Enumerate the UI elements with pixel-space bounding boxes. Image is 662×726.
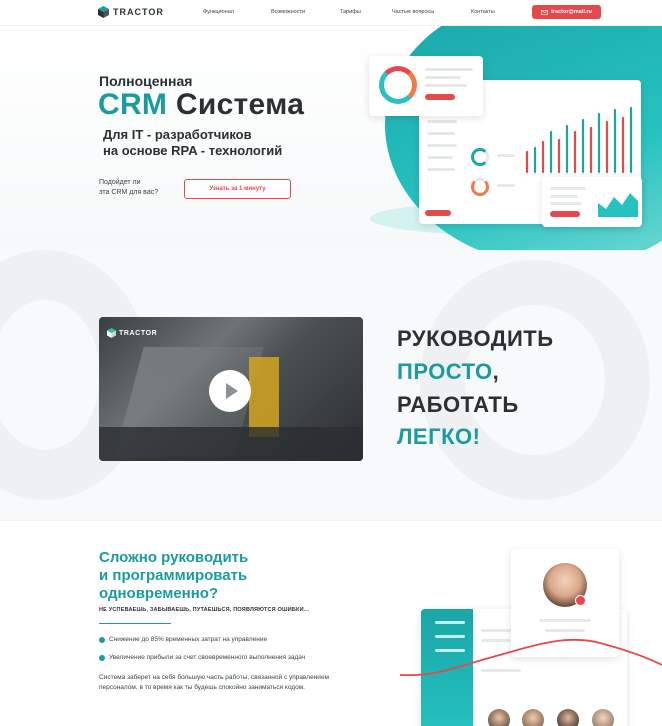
verified-badge-icon — [575, 595, 586, 606]
hero-question: Подойдет ли эта CRM для вас? — [99, 178, 158, 198]
logo-cube-icon — [107, 328, 116, 338]
hero-section: Полноценная CRM Система Для IT - разрабо… — [0, 26, 662, 250]
hero-question-line2: эта CRM для вас? — [99, 189, 159, 196]
avatar — [557, 709, 579, 726]
dashboard-pill — [550, 211, 580, 217]
dashboard-line — [497, 154, 515, 157]
dashboard-donut-card — [369, 56, 483, 116]
divider — [99, 623, 171, 624]
dashboard-wave-card — [542, 177, 642, 227]
donut-chart-icon — [379, 66, 417, 104]
hero-subtitle: Для IT - разработчиков на основе RPA - т… — [103, 127, 282, 159]
problem-section: Сложно руководить и программировать одно… — [0, 520, 662, 726]
dashboard-line — [550, 195, 578, 198]
motto-line2: ПРОСТО, — [397, 359, 499, 385]
dashboard-pill — [425, 210, 451, 216]
benefit-text: Увеличение прибыли за счет своевременног… — [109, 654, 306, 661]
logo[interactable]: TRACTOR — [98, 6, 164, 18]
donut-chart-icon — [471, 148, 489, 166]
dashboard-line — [425, 76, 461, 79]
hero-title-rest: Система — [167, 88, 305, 121]
dashboard-line — [427, 144, 457, 147]
avatar — [488, 709, 510, 726]
motto-line3: РАБОТАТЬ — [397, 392, 519, 417]
email-button[interactable]: tractor@mail.ru — [532, 5, 601, 19]
video-logo: TRACTOR — [107, 328, 157, 338]
email-label: tractor@mail.ru — [551, 9, 592, 15]
benefit-item: Увеличение прибыли за счет своевременног… — [99, 654, 305, 661]
bullet-dot-icon — [99, 636, 105, 643]
nav-features[interactable]: Возможности — [271, 9, 305, 15]
avatar — [522, 709, 544, 726]
nav-contacts[interactable]: Контакты — [471, 9, 495, 15]
benefit-item: Снижение до 85% временных затрат на упра… — [99, 636, 267, 643]
bullet-dot-icon — [99, 654, 105, 661]
bar-chart-graphic — [525, 106, 633, 174]
logo-text: TRACTOR — [113, 7, 164, 17]
problem-heading-line2: и программировать — [99, 567, 248, 584]
hero-title-accent: CRM — [98, 88, 168, 121]
dashboard-line — [427, 132, 455, 135]
problem-heading: Сложно руководить и программировать одно… — [99, 549, 248, 603]
dashboard-line — [539, 619, 591, 622]
mail-icon — [541, 9, 549, 15]
video-logo-text: TRACTOR — [119, 329, 158, 337]
problem-heading-line1: Сложно руководить — [99, 549, 249, 566]
avatar — [592, 709, 614, 726]
promo-video[interactable]: TRACTOR — [99, 317, 363, 461]
site-header: TRACTOR Функционал Возможности Тарифы Ча… — [0, 0, 662, 26]
logo-cube-icon — [98, 6, 109, 18]
video-scene — [249, 357, 279, 437]
nav-faq[interactable]: Частые вопросы — [392, 9, 434, 15]
trend-curve-graphic — [400, 638, 662, 677]
nav-pricing[interactable]: Тарифы — [340, 9, 361, 15]
sidebar-line — [435, 621, 465, 624]
motto-line4: ЛЕГКО! — [397, 424, 481, 449]
play-button[interactable] — [209, 370, 251, 412]
dashboard-line — [425, 84, 467, 87]
problem-paragraph: Система заберет на себя большую часть ра… — [99, 674, 330, 691]
video-section: TRACTOR РУКОВОДИТЬ ПРОСТО, РАБОТАТЬ ЛЕГК… — [0, 250, 662, 520]
video-scene — [99, 427, 363, 461]
motto-line2-word: ПРОСТО — [397, 359, 493, 384]
dashboard-line — [427, 156, 453, 159]
dashboard-pill — [425, 94, 455, 100]
dashboard-line — [497, 184, 515, 187]
dashboard-line — [425, 68, 473, 71]
hero-title: CRM Система — [98, 88, 304, 122]
dashboard-line — [427, 120, 457, 123]
hero-kicker: Полноценная — [99, 73, 193, 89]
dashboard-line — [550, 202, 582, 205]
donut-chart-icon — [471, 178, 489, 196]
quiz-cta-button[interactable]: Узнать за 1 минуту — [184, 179, 291, 199]
hero-subtitle-line2: на основе RPA - технологий — [103, 143, 283, 158]
problem-heading-line3: одновременно? — [99, 585, 219, 602]
hero-subtitle-line1: Для IT - разработчиков — [103, 127, 252, 142]
problem-caps: НЕ УСПЕВАЕШЬ, ЗАБЫВАЕШЬ, ПУТАЕШЬСЯ, ПОЯВ… — [99, 607, 309, 613]
benefit-text: Снижение до 85% временных затрат на упра… — [109, 636, 268, 643]
hero-question-line1: Подойдет ли — [99, 179, 141, 186]
motto-line2-comma: , — [492, 359, 500, 384]
nav-functional[interactable]: Функционал — [203, 9, 234, 15]
area-chart-graphic — [598, 193, 638, 217]
motto-line1: РУКОВОДИТЬ — [397, 326, 554, 351]
dashboard-line — [427, 168, 455, 171]
play-icon — [226, 383, 238, 399]
dashboard-line — [550, 187, 586, 190]
